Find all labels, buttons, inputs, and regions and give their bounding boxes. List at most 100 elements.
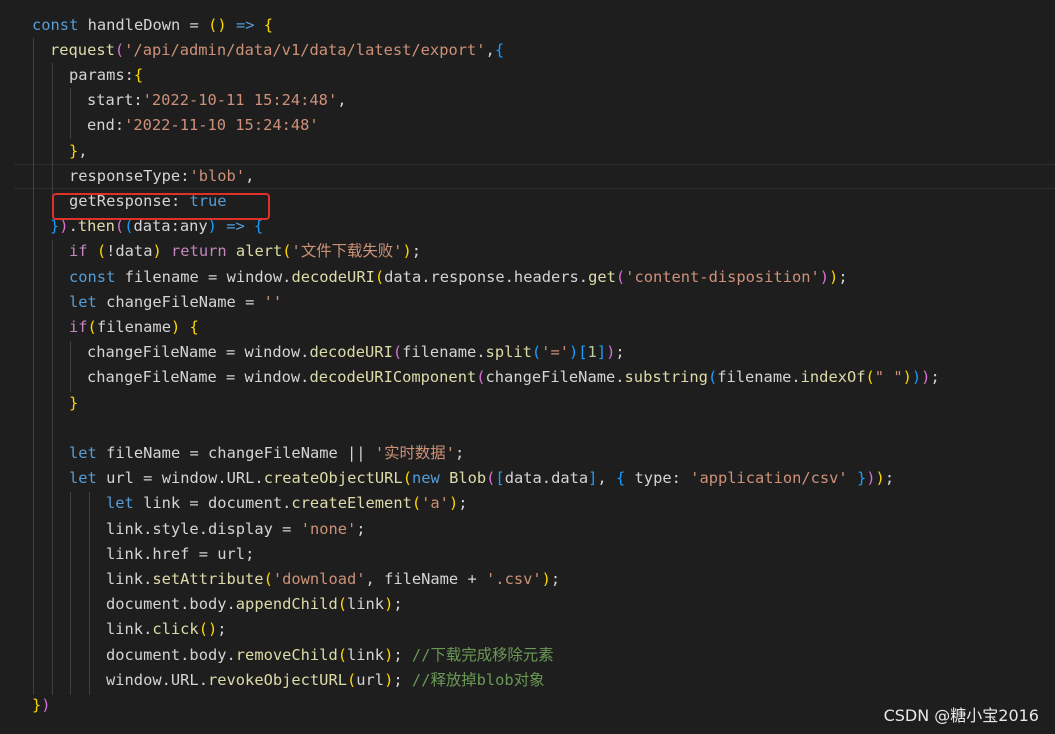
code-token: ; <box>458 494 468 513</box>
code-line: params:{ <box>0 63 1055 88</box>
code-text: let fileName = changeFileName || '实时数据'; <box>69 441 464 466</box>
code-token: . <box>143 620 153 639</box>
code-token: appendChild <box>235 595 338 614</box>
code-text: link.click(); <box>106 617 227 642</box>
code-token: . <box>421 267 431 286</box>
code-token: let <box>69 292 97 311</box>
code-token: document <box>198 494 283 513</box>
code-token: return <box>171 242 227 261</box>
code-token: ) <box>606 343 616 362</box>
code-token: if <box>69 317 88 336</box>
code-token: ! <box>106 242 116 261</box>
code-token: setAttribute <box>152 569 264 588</box>
code-token: . <box>254 469 264 488</box>
code-token: handleDown <box>78 15 190 34</box>
code-token: = <box>189 494 199 513</box>
code-token: ( <box>531 343 542 362</box>
code-line: let url = window.URL.createObjectURL(new… <box>0 466 1055 491</box>
code-text: window.URL.revokeObjectURL(url); //释放掉bl… <box>106 668 544 693</box>
code-token: ( <box>87 317 97 336</box>
code-token: ; <box>393 595 403 614</box>
code-token: '2022-10-11 15:24:48' <box>142 91 338 110</box>
code-token: style <box>152 519 199 538</box>
code-token: } <box>32 695 42 714</box>
code-token: ) <box>829 267 839 286</box>
code-token: createObjectURL <box>263 469 403 488</box>
code-text: start:'2022-10-11 15:24:48', <box>87 88 347 113</box>
code-token: link <box>106 519 144 538</box>
code-token: type <box>625 469 672 488</box>
code-token: changeFileName <box>96 292 246 311</box>
code-token: 'a' <box>421 494 449 513</box>
code-token: , <box>78 141 88 160</box>
code-token: params <box>69 65 125 84</box>
code-token: ; <box>393 670 403 689</box>
code-token: ) <box>152 242 162 261</box>
code-token: . <box>541 469 552 488</box>
code-token: ( <box>615 267 626 286</box>
code-text: request('/api/admin/data/v1/data/latest/… <box>50 38 504 63</box>
code-text: end:'2022-11-10 15:24:48' <box>87 113 319 138</box>
code-token: link <box>106 544 144 563</box>
code-line: document.body.appendChild(link); <box>0 592 1055 617</box>
code-line: if(filename) { <box>0 315 1055 340</box>
code-token: ) <box>384 595 394 614</box>
code-token: const <box>32 15 79 34</box>
code-token: . <box>198 670 208 689</box>
code-text: document.body.appendChild(link); <box>106 592 403 617</box>
code-token: ) <box>875 469 885 488</box>
code-token: fileName <box>96 443 190 462</box>
code-token: filename <box>717 368 792 387</box>
code-token: ( <box>337 645 347 664</box>
code-token: : <box>114 116 125 135</box>
code-token: start <box>87 91 134 110</box>
code-token: . <box>791 368 801 387</box>
code-token: ( <box>865 368 875 387</box>
code-token: link <box>106 620 144 639</box>
code-token: ; <box>838 267 848 286</box>
code-line: link.style.display = 'none'; <box>0 517 1055 542</box>
code-token: document <box>106 595 181 614</box>
code-token: 'download' <box>272 569 366 588</box>
code-token: ; <box>411 242 421 261</box>
code-text: params:{ <box>69 63 143 88</box>
code-token: { <box>615 469 626 488</box>
code-line: link.click(); <box>0 617 1055 642</box>
code-token: ; <box>217 620 227 639</box>
code-token: || <box>347 443 366 462</box>
code-token: '' <box>263 292 283 311</box>
code-line: responseType:'blob', <box>0 164 1055 189</box>
code-token: . <box>578 267 589 286</box>
code-token: body <box>189 595 227 614</box>
code-token: let <box>69 443 97 462</box>
code-token: . <box>198 519 208 538</box>
code-token: ; <box>930 368 940 387</box>
code-token: Blob <box>449 469 487 488</box>
code-token: ; <box>245 544 255 563</box>
code-token: + <box>467 569 477 588</box>
code-line: let changeFileName = '' <box>0 290 1055 315</box>
code-token: filename <box>96 317 171 336</box>
code-editor[interactable]: const handleDown = () => {request('/api/… <box>0 0 1055 734</box>
code-token: fileName <box>374 569 468 588</box>
code-token: data <box>551 469 589 488</box>
code-token: " " <box>874 368 903 387</box>
code-token: ) <box>384 670 394 689</box>
code-line: changeFileName = window. decodeURICompone… <box>0 365 1055 390</box>
code-token: () <box>208 15 227 34</box>
code-line: }, <box>0 139 1055 164</box>
code-text: document.body.removeChild(link); //下载完成移… <box>106 643 554 668</box>
code-line: let link = document.createElement('a'); <box>0 491 1055 516</box>
code-token: } <box>856 469 867 488</box>
